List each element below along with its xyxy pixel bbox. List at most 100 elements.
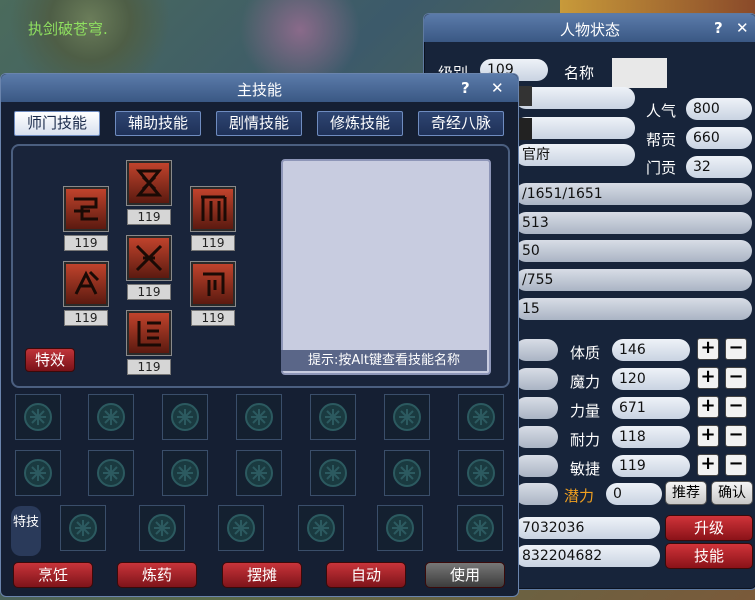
attr-minus-2[interactable]: − — [725, 396, 747, 418]
slot[interactable] — [236, 450, 282, 496]
attr-value-2: 671 — [612, 397, 690, 419]
stunt-slot[interactable] — [218, 505, 264, 551]
sect-field: 官府 — [515, 144, 635, 166]
tab-story-skills[interactable]: 剧情技能 — [216, 111, 302, 136]
attr-value-0: 146 — [612, 339, 690, 361]
skill-level-5: 119 — [64, 310, 108, 326]
effect-button[interactable]: 特效 — [25, 348, 75, 372]
tab-cultivation-skills[interactable]: 修炼技能 — [317, 111, 403, 136]
skill-level-1: 119 — [127, 209, 171, 225]
skill-icon-7[interactable] — [127, 311, 171, 355]
potential-label: 潜力 — [564, 487, 595, 505]
slot[interactable] — [88, 450, 134, 496]
stunt-slot[interactable] — [377, 505, 423, 551]
magic-field — [515, 483, 558, 505]
skill-icon-1[interactable] — [127, 161, 171, 205]
slot[interactable] — [310, 450, 356, 496]
alchemy-button[interactable]: 炼药 — [117, 562, 197, 588]
skills-title: 主技能 — [236, 81, 282, 99]
knot-ornament-icon — [319, 459, 347, 487]
skill-level-6: 119 — [191, 310, 235, 326]
stunt-slot[interactable] — [139, 505, 185, 551]
slot[interactable] — [15, 394, 61, 440]
slot[interactable] — [88, 394, 134, 440]
attr-label-0: 体质 — [570, 344, 601, 362]
skill-level-4: 119 — [127, 284, 171, 300]
attr-minus-4[interactable]: − — [725, 454, 747, 476]
exp-next-field: 832204682 — [515, 545, 660, 567]
skill-icon-3[interactable] — [191, 187, 235, 231]
slot[interactable] — [236, 394, 282, 440]
attr-plus-3[interactable]: + — [697, 425, 719, 447]
recommend-button[interactable]: 推荐 — [665, 481, 707, 505]
skill-icon-4[interactable] — [127, 236, 171, 280]
skill-level-7: 119 — [127, 359, 171, 375]
knot-ornament-icon — [466, 514, 494, 542]
slot[interactable] — [458, 450, 504, 496]
knot-ornament-icon — [24, 459, 52, 487]
stunt-slot[interactable] — [457, 505, 503, 551]
knot-ornament-icon — [24, 403, 52, 431]
attr-value-4: 119 — [612, 455, 690, 477]
tab-sect-skills[interactable]: 师门技能 — [14, 111, 100, 136]
attr-minus-0[interactable]: − — [725, 338, 747, 360]
contribution-label: 帮贡 — [646, 131, 677, 149]
tab-assist-skills[interactable]: 辅助技能 — [115, 111, 201, 136]
confirm-button[interactable]: 确认 — [711, 481, 753, 505]
use-button[interactable]: 使用 — [425, 562, 505, 588]
slot[interactable] — [384, 450, 430, 496]
title-field — [515, 87, 635, 109]
knot-ornament-icon — [171, 459, 199, 487]
attr-plus-0[interactable]: + — [697, 338, 719, 360]
mp-field: 513 — [515, 212, 752, 234]
slot[interactable] — [162, 450, 208, 496]
contribution-field: 660 — [686, 127, 752, 149]
skill-icon-2[interactable] — [64, 187, 108, 231]
knot-ornament-icon — [467, 459, 495, 487]
skills-help-button[interactable]: ? — [461, 79, 470, 97]
knot-ornament-icon — [97, 403, 125, 431]
attr-plus-2[interactable]: + — [697, 396, 719, 418]
status-help-button[interactable]: ? — [714, 19, 723, 37]
status-close-button[interactable]: ✕ — [736, 19, 749, 37]
knot-ornament-icon — [97, 459, 125, 487]
vitality-field: /755 — [515, 269, 752, 291]
auto-button[interactable]: 自动 — [326, 562, 406, 588]
attr-plus-1[interactable]: + — [697, 367, 719, 389]
stunt-label: 特技 — [11, 506, 41, 556]
tab-meridian[interactable]: 奇经八脉 — [418, 111, 504, 136]
attr-label-1: 魔力 — [570, 373, 601, 391]
attr-minus-1[interactable]: − — [725, 367, 747, 389]
popularity-field: 800 — [686, 98, 752, 120]
slot[interactable] — [458, 394, 504, 440]
slot[interactable] — [310, 394, 356, 440]
name-redacted — [612, 58, 667, 88]
cooking-button[interactable]: 烹饪 — [13, 562, 93, 588]
skills-close-button[interactable]: ✕ — [491, 79, 504, 97]
slot[interactable] — [384, 394, 430, 440]
status-title: 人物状态 — [559, 21, 620, 39]
slot[interactable] — [162, 394, 208, 440]
knot-ornament-icon — [148, 514, 176, 542]
skill-icon-5[interactable] — [64, 262, 108, 306]
skills-button[interactable]: 技能 — [665, 543, 753, 569]
attr-label-3: 耐力 — [570, 431, 601, 449]
stunt-slot[interactable] — [298, 505, 344, 551]
stamina-field: 15 — [515, 298, 752, 320]
hp-field: /1651/1651 — [515, 183, 752, 205]
knot-ornament-icon — [171, 403, 199, 431]
stall-button[interactable]: 摆摊 — [222, 562, 302, 588]
skill-description-box — [281, 159, 491, 375]
name-label: 名称 — [564, 64, 595, 82]
attr-plus-4[interactable]: + — [697, 454, 719, 476]
skill-icon-6[interactable] — [191, 262, 235, 306]
slot[interactable] — [15, 450, 61, 496]
world-caption: 执剑破苍穹. — [28, 20, 108, 38]
sect-contribution-field: 32 — [686, 156, 752, 178]
attr-minus-3[interactable]: − — [725, 425, 747, 447]
dodge-field — [515, 455, 558, 477]
gang-field — [515, 117, 635, 139]
upgrade-button[interactable]: 升级 — [665, 515, 753, 541]
damage-field — [515, 368, 558, 390]
stunt-slot[interactable] — [60, 505, 106, 551]
